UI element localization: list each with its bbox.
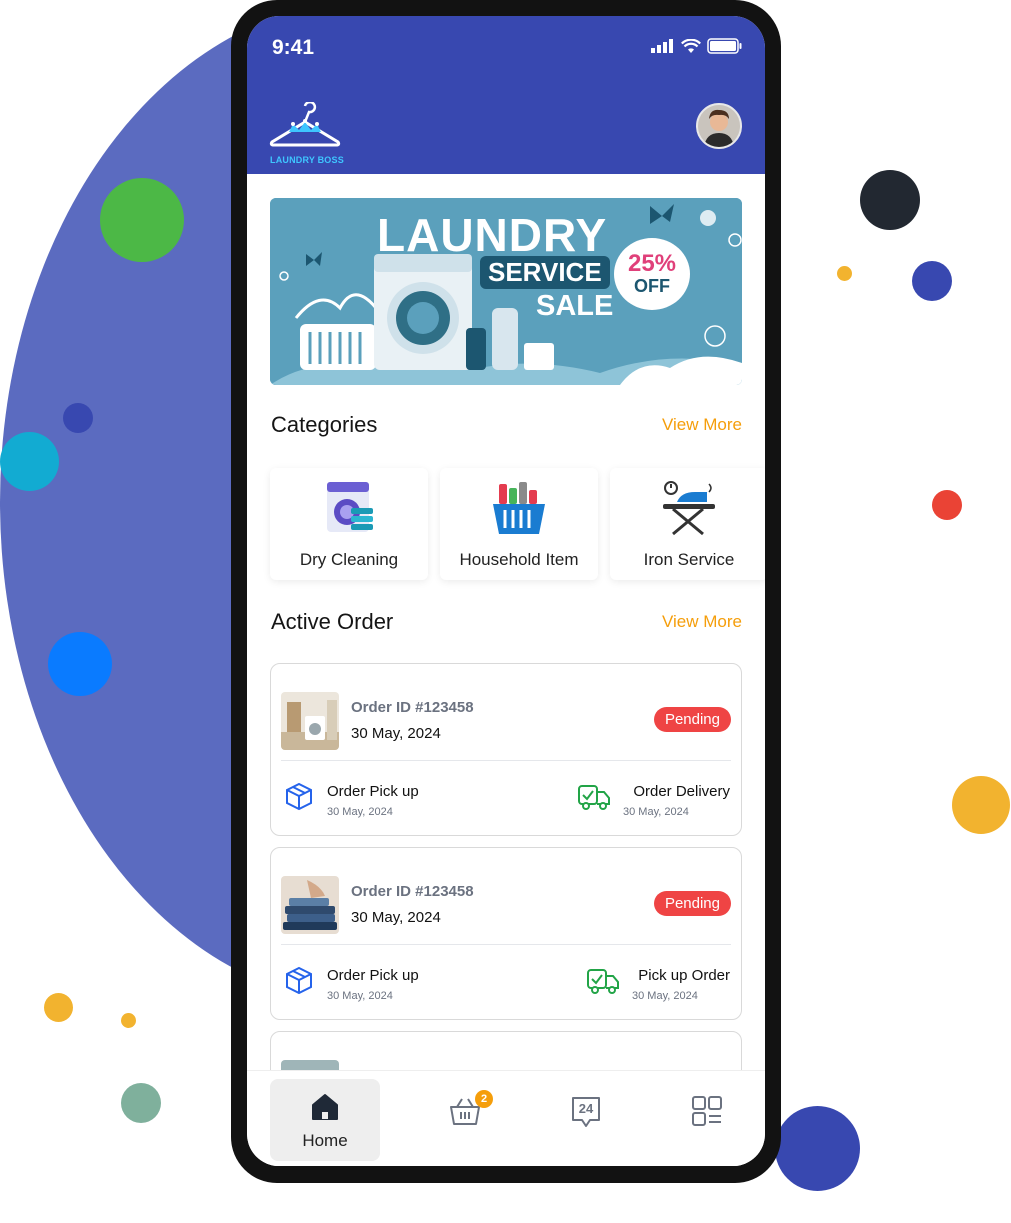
banner-sale: SALE bbox=[536, 290, 614, 322]
support-24-tab[interactable]: 24 bbox=[570, 1095, 602, 1129]
user-photo-icon bbox=[698, 105, 740, 147]
decor-dot bbox=[121, 1013, 136, 1028]
decor-dot bbox=[932, 490, 962, 520]
category-card-iron-service[interactable]: Iron Service bbox=[610, 468, 765, 580]
logo-text: LAUNDRY BOSS bbox=[270, 155, 344, 165]
package-box-icon bbox=[286, 966, 312, 995]
order-thumbnail bbox=[281, 876, 339, 934]
pickup-date: 30 May, 2024 bbox=[327, 806, 393, 818]
nav-home-label: Home bbox=[302, 1131, 348, 1150]
delivery-label: Order Delivery bbox=[633, 783, 730, 800]
delivery-truck-icon bbox=[578, 785, 610, 810]
active-order-view-more-link[interactable]: View More bbox=[662, 612, 742, 632]
decor-dot bbox=[860, 170, 920, 230]
package-box-icon bbox=[286, 782, 312, 811]
banner-service: SERVICE bbox=[480, 256, 610, 289]
decor-dot bbox=[44, 993, 73, 1022]
offer-badge: 25% OFF bbox=[614, 238, 690, 310]
support-24-label: 24 bbox=[578, 1101, 594, 1116]
decor-dot bbox=[63, 403, 93, 433]
status-icons bbox=[651, 38, 743, 54]
order-card[interactable]: Order ID #123458 30 May, 2024 Pending Or… bbox=[270, 847, 742, 1020]
decor-dot bbox=[0, 432, 59, 491]
decor-dot bbox=[912, 261, 952, 301]
divider bbox=[281, 944, 731, 945]
battery-icon bbox=[707, 38, 742, 54]
signal-icon bbox=[651, 39, 673, 53]
decor-dot bbox=[121, 1083, 161, 1123]
delivery-date: 30 May, 2024 bbox=[623, 806, 689, 818]
category-card-dry-cleaning[interactable]: Dry Cleaning bbox=[270, 468, 428, 580]
app-screen: 9:41 LAUNDRY BOSS LAUNDRY SERVICE SALE 2… bbox=[247, 16, 765, 1166]
pickup-label: Order Pick up bbox=[327, 783, 419, 800]
order-thumbnail bbox=[281, 692, 339, 750]
order-card[interactable]: Order ID #123458 30 May, 2024 Pending Or… bbox=[270, 663, 742, 836]
menu-grid-icon[interactable] bbox=[691, 1095, 723, 1127]
delivery-date: 30 May, 2024 bbox=[632, 990, 698, 1002]
nav-home-tab[interactable]: Home bbox=[270, 1079, 380, 1161]
status-time: 9:41 bbox=[272, 36, 315, 59]
wifi-icon bbox=[681, 38, 701, 53]
delivery-truck-icon bbox=[587, 969, 619, 994]
offer-percent: 25% bbox=[627, 250, 677, 277]
pickup-label: Order Pick up bbox=[327, 967, 419, 984]
phone-frame: 9:41 LAUNDRY BOSS LAUNDRY SERVICE SALE 2… bbox=[231, 0, 781, 1183]
bottom-navigation: Home 2 24 bbox=[247, 1070, 765, 1166]
divider bbox=[281, 760, 731, 761]
banner-title: LAUNDRY bbox=[377, 209, 608, 261]
laundry-room-photo-icon bbox=[281, 692, 339, 750]
decor-dot bbox=[48, 632, 112, 696]
categories-title: Categories bbox=[271, 412, 378, 437]
pickup-date: 30 May, 2024 bbox=[327, 990, 393, 1002]
hanger-logo-icon bbox=[269, 100, 341, 147]
category-label: Dry Cleaning bbox=[299, 550, 399, 569]
cart-count-badge: 2 bbox=[475, 1090, 493, 1108]
status-badge: Pending bbox=[653, 707, 731, 732]
offer-off: OFF bbox=[634, 276, 670, 296]
folded-clothes-photo-icon bbox=[281, 876, 339, 934]
household-basket-icon bbox=[493, 482, 545, 534]
order-date: 30 May, 2024 bbox=[351, 909, 441, 926]
order-date: 30 May, 2024 bbox=[351, 725, 441, 742]
categories-view-more-link[interactable]: View More bbox=[662, 415, 742, 435]
order-id: Order ID #123458 bbox=[351, 883, 474, 900]
category-label: Household Item bbox=[459, 550, 579, 569]
status-badge: Pending bbox=[653, 891, 731, 916]
promo-banner[interactable]: LAUNDRY SERVICE SALE 25% OFF bbox=[270, 198, 742, 385]
category-label: Iron Service bbox=[643, 550, 735, 569]
delivery-label: Pick up Order bbox=[638, 967, 730, 984]
avatar[interactable] bbox=[696, 103, 742, 149]
decor-dot bbox=[775, 1106, 860, 1191]
app-header: 9:41 LAUNDRY BOSS bbox=[247, 16, 765, 174]
order-id: Order ID #123458 bbox=[351, 699, 474, 716]
iron-icon bbox=[663, 481, 715, 536]
decor-dot bbox=[837, 266, 852, 281]
category-card-household-item[interactable]: Household Item bbox=[440, 468, 598, 580]
decor-dot bbox=[100, 178, 184, 262]
decor-dot bbox=[952, 776, 1010, 834]
dry-cleaning-icon bbox=[327, 482, 373, 532]
app-logo[interactable] bbox=[269, 100, 341, 159]
active-order-title: Active Order bbox=[271, 609, 394, 634]
home-icon bbox=[312, 1094, 338, 1120]
